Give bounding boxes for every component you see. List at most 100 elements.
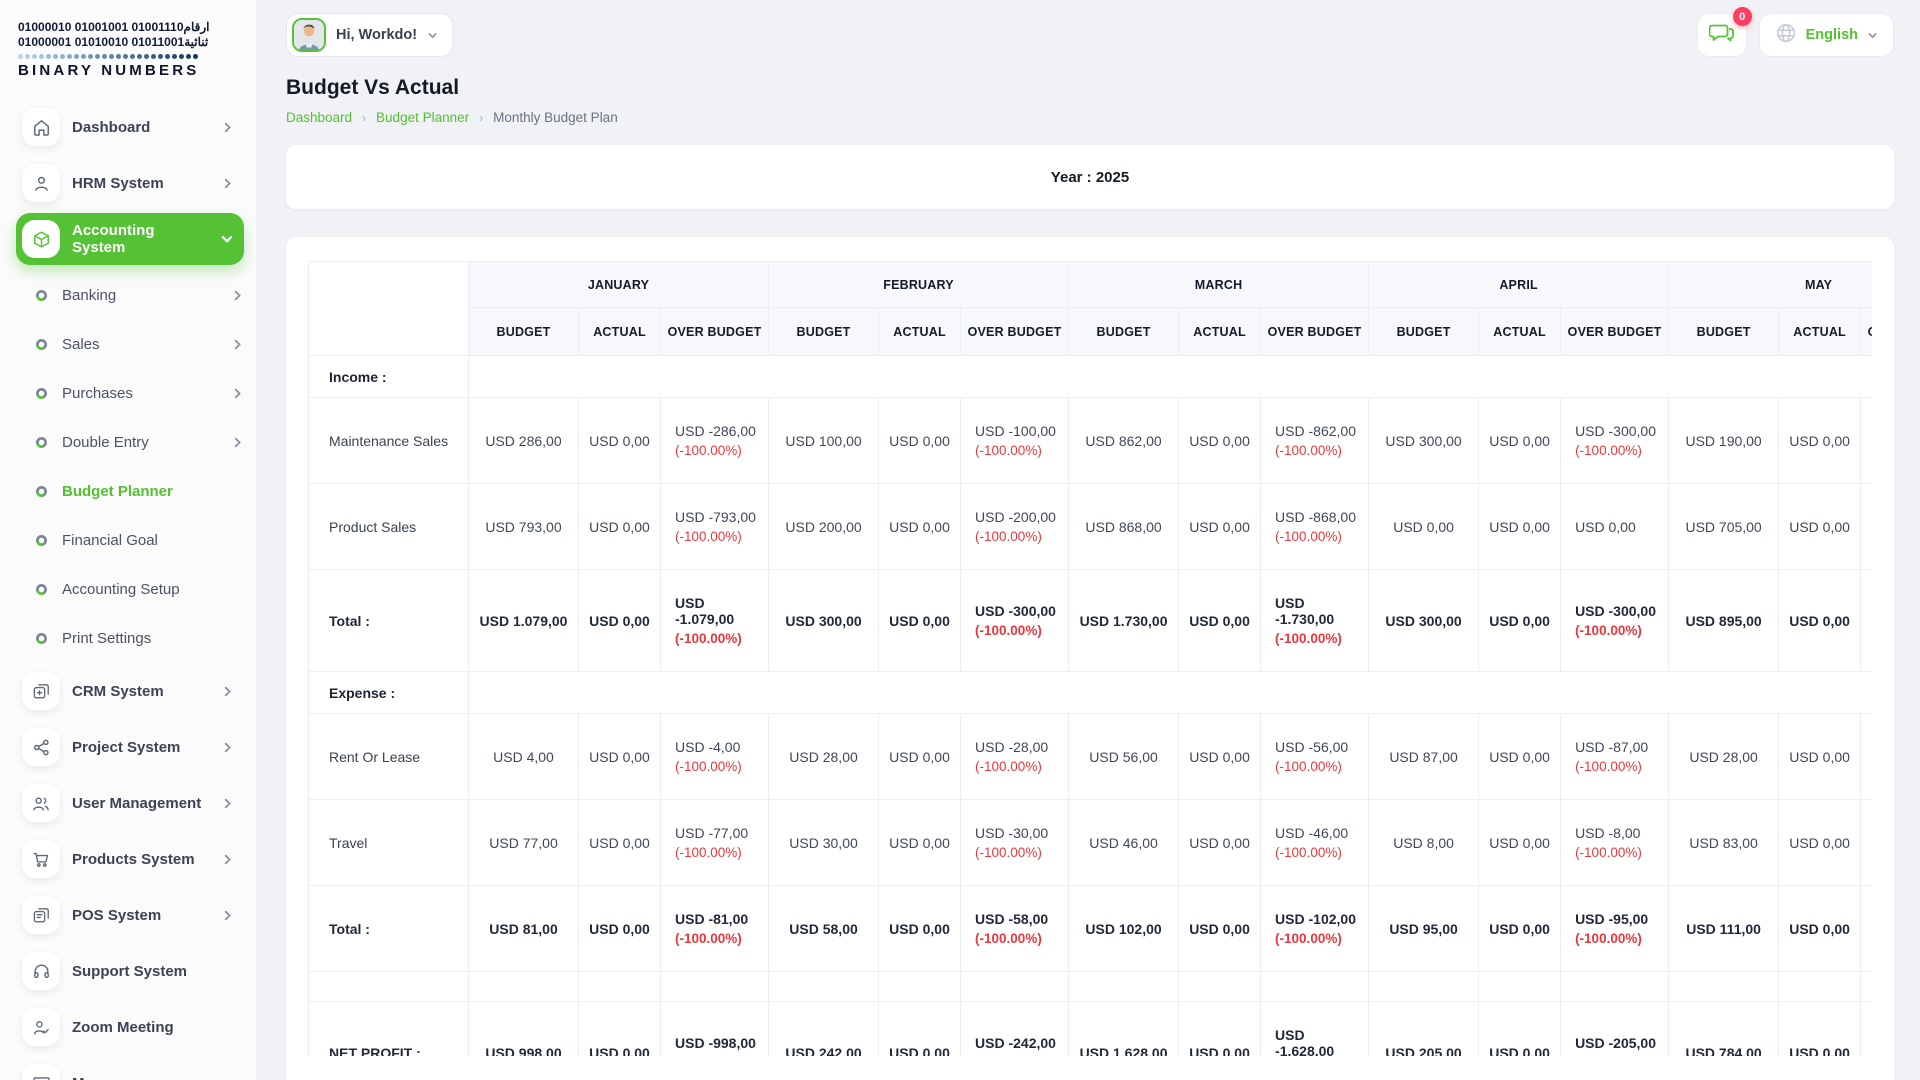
cell-actual: USD 0,00 [579, 886, 661, 972]
sidebar-item-products-system[interactable]: Products System [16, 833, 244, 885]
chevron-right-icon [221, 177, 234, 190]
section-filler [469, 672, 1873, 714]
sidebar-item-hrm-system[interactable]: HRM System [16, 157, 244, 209]
over-budget-value: USD -95,00 [1575, 911, 1662, 927]
sidebar-subitem-label: Budget Planner [62, 483, 244, 500]
sidebar-item-support-system[interactable]: Support System [16, 945, 244, 997]
cell-budget: USD 705,00 [1669, 484, 1779, 570]
logo-arabic-line1: ارقام [184, 20, 210, 34]
cell-over-budget: USD 0,00 [1561, 484, 1669, 570]
over-budget-percent: (-100.00%) [675, 631, 762, 646]
cell-actual: USD 0,00 [579, 1002, 661, 1057]
over-budget-value: USD -300,00 [975, 603, 1062, 619]
month-header-may: MAY [1669, 262, 1872, 308]
cell-actual: USD 0,00 [1179, 570, 1261, 672]
breadcrumb-dashboard[interactable]: Dashboard [286, 110, 352, 125]
messages-badge: 0 [1733, 7, 1752, 26]
sidebar-subitem-banking[interactable]: Banking [30, 271, 244, 320]
breadcrumb: Dashboard › Budget Planner › Monthly Bud… [286, 110, 1894, 125]
sidebar-menu: DashboardHRM SystemAccounting System Bank… [16, 101, 244, 1080]
table-scroll-area[interactable]: JANUARYFEBRUARYMARCHAPRILMAYBUDGETACTUAL… [308, 261, 1872, 1056]
cell-over-budget: USD -705,00(-100.00%) [1861, 484, 1872, 570]
spacer-cell [1369, 972, 1479, 1002]
cell-actual: USD 0,00 [879, 800, 961, 886]
sidebar-subitem-accounting-setup[interactable]: Accounting Setup [30, 565, 244, 614]
sidebar-item-dashboard[interactable]: Dashboard [16, 101, 244, 153]
cell-budget: USD 998,00 [469, 1002, 579, 1057]
chevron-down-icon [427, 30, 438, 41]
year-label: Year : 2025 [1051, 169, 1129, 186]
logo-dot [18, 54, 23, 59]
row-label: Total : [309, 886, 469, 972]
cell-budget: USD 200,00 [769, 484, 879, 570]
language-label: English [1806, 27, 1858, 43]
logo-dot [95, 54, 100, 59]
logo-dot [102, 54, 107, 59]
cell-budget: USD 205,00 [1369, 1002, 1479, 1057]
breadcrumb-budget-planner[interactable]: Budget Planner [376, 110, 469, 125]
chevron-down-icon [1867, 30, 1878, 41]
sidebar-subitem-budget-planner[interactable]: Budget Planner [30, 467, 244, 516]
sidebar-subitem-sales[interactable]: Sales [30, 320, 244, 369]
row-label: Maintenance Sales [309, 398, 469, 484]
cell-budget: USD 8,00 [1369, 800, 1479, 886]
over-budget-value: USD -56,00 [1275, 739, 1362, 755]
cell-budget: USD 28,00 [1669, 714, 1779, 800]
cell-budget: USD 87,00 [1369, 714, 1479, 800]
spacer-cell [1479, 972, 1561, 1002]
over-budget-value: USD -77,00 [675, 825, 762, 841]
over-budget-value: USD -793,00 [675, 509, 762, 525]
spacer-cell [469, 972, 579, 1002]
logo-dot [67, 54, 72, 59]
user-menu-button[interactable]: Hi, Workdo! [286, 13, 453, 57]
sidebar-item-crm-system[interactable]: CRM System [16, 665, 244, 717]
spacer-cell [579, 972, 661, 1002]
over-budget-percent: (-100.00%) [975, 623, 1062, 638]
cell-over-budget: USD -1.730,00(-100.00%) [1261, 570, 1369, 672]
pos-icon [22, 896, 60, 934]
cell-actual: USD 0,00 [1179, 800, 1261, 886]
col-header-april-over-budget: OVER BUDGET [1561, 308, 1669, 356]
cell-budget: USD 77,00 [469, 800, 579, 886]
over-budget-percent: (-100.00%) [975, 1055, 1062, 1056]
col-header-march-over-budget: OVER BUDGET [1261, 308, 1369, 356]
cube-icon [22, 220, 60, 258]
logo-dot [74, 54, 79, 59]
spacer-cell [1669, 972, 1779, 1002]
cell-budget: USD 784,00 [1669, 1002, 1779, 1057]
cell-budget: USD 300,00 [1369, 570, 1479, 672]
cell-over-budget: USD -83,00(-100.00%) [1861, 800, 1872, 886]
spacer-cell [661, 972, 769, 1002]
budget-table: JANUARYFEBRUARYMARCHAPRILMAYBUDGETACTUAL… [308, 261, 1872, 1056]
cell-actual: USD 0,00 [1179, 484, 1261, 570]
logo-dot [158, 54, 163, 59]
col-header-march-actual: ACTUAL [1179, 308, 1261, 356]
cell-actual: USD 0,00 [1779, 714, 1861, 800]
over-budget-percent: (-100.00%) [1275, 529, 1362, 544]
chat-icon [22, 1064, 60, 1080]
chevron-right-icon [231, 436, 244, 449]
sidebar-item-project-system[interactable]: Project System [16, 721, 244, 773]
col-header-february-over-budget: OVER BUDGET [961, 308, 1069, 356]
month-header-april: APRIL [1369, 262, 1669, 308]
cell-actual: USD 0,00 [879, 484, 961, 570]
sidebar-item-messenger[interactable]: Messenger [16, 1057, 244, 1080]
sidebar-item-user-management[interactable]: User Management [16, 777, 244, 829]
sidebar-item-pos-system[interactable]: POS System [16, 889, 244, 941]
over-budget-percent: (-100.00%) [1575, 1055, 1662, 1056]
sidebar-item-accounting-system[interactable]: Accounting System [16, 213, 244, 265]
sidebar-subitem-financial-goal[interactable]: Financial Goal [30, 516, 244, 565]
sidebar-item-zoom-meeting[interactable]: Zoom Meeting [16, 1001, 244, 1053]
logo-binary-line1: 01000010 01001001 01001110 [18, 20, 184, 34]
sidebar-subitem-purchases[interactable]: Purchases [30, 369, 244, 418]
over-budget-value: USD -30,00 [975, 825, 1062, 841]
cell-over-budget: USD -28,00(-100.00%) [1861, 714, 1872, 800]
over-budget-value: USD -28,00 [975, 739, 1062, 755]
cell-actual: USD 0,00 [1479, 484, 1561, 570]
sidebar-subitem-double-entry[interactable]: Double Entry [30, 418, 244, 467]
language-selector[interactable]: English [1759, 13, 1894, 57]
breadcrumb-separator: › [479, 111, 483, 125]
sidebar-subitem-print-settings[interactable]: Print Settings [30, 614, 244, 663]
messages-button[interactable]: 0 [1697, 13, 1747, 57]
logo-dot [60, 54, 65, 59]
